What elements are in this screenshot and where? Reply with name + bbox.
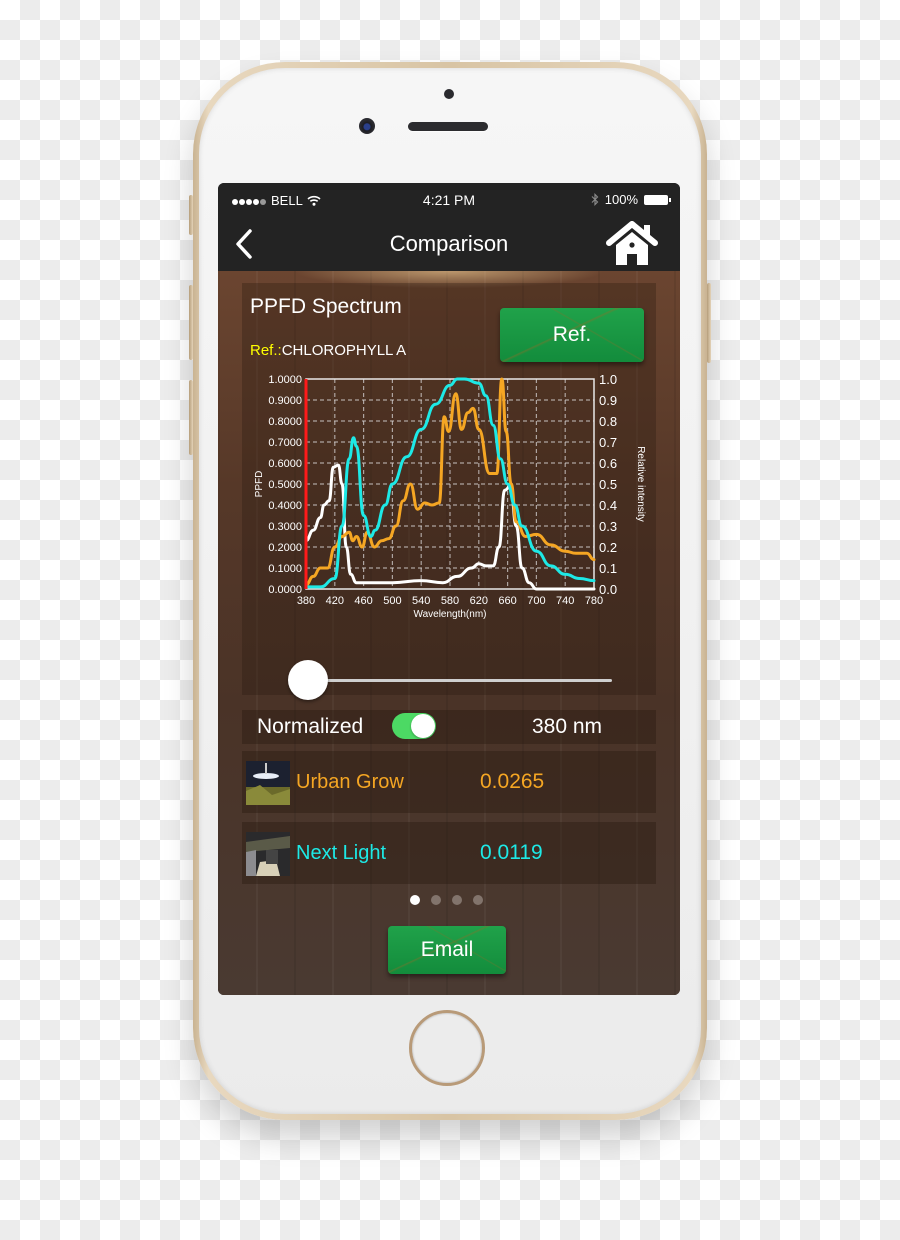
home-nav-button[interactable] xyxy=(606,221,658,267)
y2-axis-label: Relative intensity xyxy=(635,446,646,522)
y-tick-label: 0.1000 xyxy=(268,563,302,575)
volume-up-button xyxy=(189,285,193,360)
x-tick-label: 620 xyxy=(470,595,488,607)
x-axis-label: Wavelength(nm) xyxy=(414,609,487,620)
bluetooth-icon xyxy=(591,193,599,206)
x-tick-label: 420 xyxy=(326,595,344,607)
x-tick-label: 740 xyxy=(556,595,574,607)
x-tick-label: 660 xyxy=(498,595,516,607)
y2-tick-label: 1.0 xyxy=(599,373,617,387)
y2-tick-label: 0.2 xyxy=(599,540,617,555)
proximity-sensor xyxy=(444,89,454,99)
page-dot[interactable] xyxy=(452,895,462,905)
reference-label: Ref.:CHLOROPHYLL A xyxy=(250,342,406,359)
light-row-urban-grow[interactable]: Urban Grow 0.0265 xyxy=(242,751,656,813)
slider-track[interactable] xyxy=(304,679,612,682)
y2-tick-label: 0.5 xyxy=(599,477,617,492)
mute-switch xyxy=(189,195,193,235)
ref-button[interactable]: Ref. xyxy=(500,308,644,362)
battery-percent: 100% xyxy=(604,192,638,207)
y-tick-label: 0.3000 xyxy=(268,521,302,533)
y2-tick-label: 0.6 xyxy=(599,456,617,471)
x-tick-label: 500 xyxy=(383,595,401,607)
ppfd-spectrum-chart[interactable]: 380 420 460 500 540 580 620 660 700 740 7800.00000… xyxy=(218,373,680,633)
y2-tick-label: 0.9 xyxy=(599,393,617,408)
y-axis-label: PPFD xyxy=(254,471,265,498)
y-tick-label: 0.9000 xyxy=(268,395,302,407)
home-icon xyxy=(606,221,658,265)
page-dot[interactable] xyxy=(431,895,441,905)
normalized-toggle[interactable] xyxy=(392,713,436,739)
spectrum-title: PPFD Spectrum xyxy=(250,295,402,318)
y2-tick-label: 0.1 xyxy=(599,561,617,576)
y-tick-label: 0.2000 xyxy=(268,542,302,554)
battery-icon xyxy=(644,194,671,205)
light-value: 0.0265 xyxy=(480,770,545,793)
y2-tick-label: 0.4 xyxy=(599,498,617,513)
y2-tick-label: 0.7 xyxy=(599,435,617,450)
light-value: 0.0119 xyxy=(480,841,543,864)
volume-down-button xyxy=(189,380,193,455)
next-light-thumbnail xyxy=(246,832,290,876)
light-name: Next Light xyxy=(296,842,387,864)
toggle-knob xyxy=(411,714,435,738)
y-tick-label: 1.0000 xyxy=(268,374,302,386)
navigation-bar: Comparison xyxy=(218,217,680,271)
wavelength-readout: 380 nm xyxy=(532,715,603,738)
slider-thumb[interactable] xyxy=(288,660,328,700)
y-tick-label: 0.4000 xyxy=(268,500,302,512)
y2-tick-label: 0.0 xyxy=(599,582,617,597)
y2-tick-label: 0.3 xyxy=(599,519,617,534)
x-tick-label: 540 xyxy=(412,595,430,607)
app-screen: BELL 4:21 PM 100% Comparison PPFD Spectr… xyxy=(218,183,680,995)
y-tick-label: 0.7000 xyxy=(268,437,302,449)
x-tick-label: 460 xyxy=(354,595,372,607)
y-tick-label: 0.0000 xyxy=(268,584,302,596)
normalized-row: Normalized 380 nm xyxy=(242,710,656,744)
page-indicator[interactable] xyxy=(410,895,483,905)
front-camera xyxy=(359,118,375,134)
x-tick-label: 580 xyxy=(441,595,459,607)
page-dot[interactable] xyxy=(473,895,483,905)
y-tick-label: 0.8000 xyxy=(268,416,302,428)
y2-tick-label: 0.8 xyxy=(599,414,617,429)
y-tick-label: 0.5000 xyxy=(268,479,302,491)
status-bar: BELL 4:21 PM 100% xyxy=(218,183,680,217)
light-row-next-light[interactable]: Next Light 0.0119 xyxy=(242,822,656,884)
power-button xyxy=(707,283,711,363)
reference-value: CHLOROPHYLL A xyxy=(281,342,407,359)
earpiece-speaker xyxy=(408,122,488,131)
y-tick-label: 0.6000 xyxy=(268,458,302,470)
x-tick-label: 700 xyxy=(527,595,545,607)
x-tick-label: 380 xyxy=(297,595,315,607)
page-dot[interactable] xyxy=(410,895,420,905)
home-button[interactable] xyxy=(409,1010,485,1086)
wavelength-slider[interactable] xyxy=(288,660,612,700)
light-name: Urban Grow xyxy=(296,771,404,793)
urban-grow-thumbnail xyxy=(246,761,290,805)
email-button[interactable]: Email xyxy=(388,926,506,974)
reference-key: Ref.: xyxy=(250,342,282,359)
normalized-label: Normalized xyxy=(257,715,364,738)
